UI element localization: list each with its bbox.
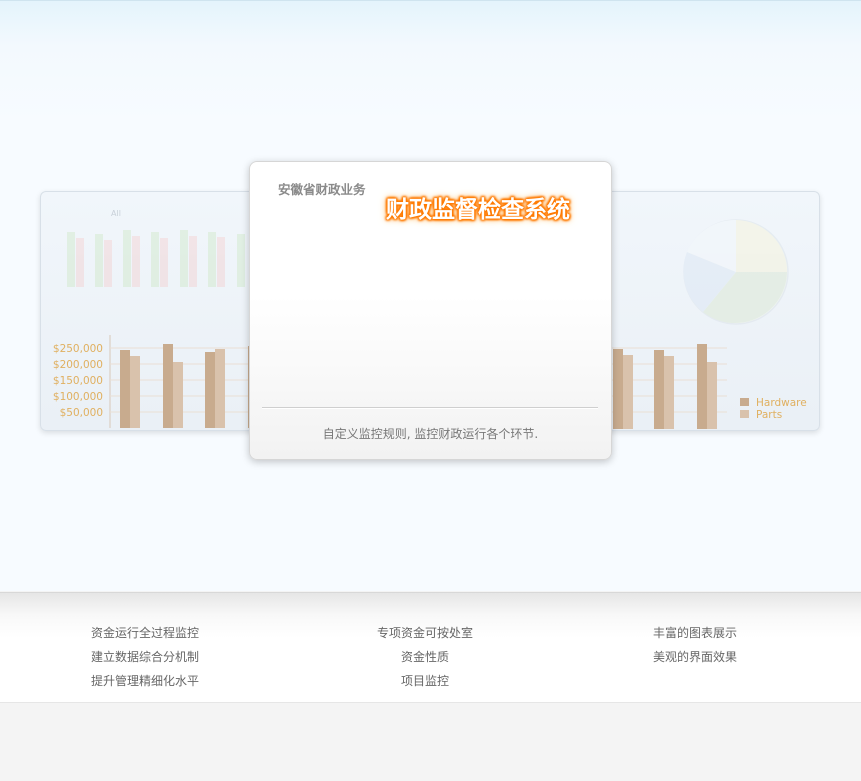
bar-group [613,344,717,429]
feature-item: 资金性质 [400,650,449,664]
carousel-area: All $250,000 $200,000 $150,000 $100,000 … [0,0,861,591]
legend: Hardware Parts [740,397,807,421]
feature-column-1: 资金运行全过程监控 建立数据综合分机制 提升管理精细化水平 [91,621,199,693]
chart-preview-right: Hardware Parts [591,219,807,429]
card-description: 自定义监控规则, 监控财政运行各个环节. [322,427,539,441]
y-tick: $250,000 [53,343,103,355]
footer-area [0,703,861,781]
featured-system-card[interactable]: 安徽省财政业务 财政监督检查系统 自定义监控规则, 监控财政运行各个环节. [249,161,612,460]
bar-chart-preview-left: All $250,000 $200,000 $150,000 $100,000 … [53,209,271,428]
feature-column-3: 丰富的图表展示 美观的界面效果 [653,621,737,669]
y-tick: $200,000 [53,359,103,371]
y-axis-ticks: $250,000 $200,000 $150,000 $100,000 $50,… [53,343,103,419]
bar-group [120,344,258,428]
features-band: 资金运行全过程监控 建立数据综合分机制 提升管理精细化水平 专项资金可按处室 资… [0,592,861,703]
preview-card-left[interactable]: All $250,000 $200,000 $150,000 $100,000 … [40,191,272,431]
feature-item: 美观的界面效果 [653,650,738,664]
legend-hardware: Hardware [756,397,807,409]
y-tick: $150,000 [53,375,103,387]
feature-item: 建立数据综合分机制 [91,650,200,664]
card-divider [262,407,598,409]
card-title: 财政监督检查系统 [386,197,570,223]
legend-parts: Parts [756,409,782,421]
feature-item: 丰富的图表展示 [653,626,738,640]
faded-bars [67,230,245,287]
preview-chart-title: All [111,209,121,218]
feature-column-2: 专项资金可按处室 资金性质 项目监控 [377,621,473,693]
feature-item: 提升管理精细化水平 [91,674,200,688]
feature-item: 项目监控 [400,674,449,688]
feature-item: 专项资金可按处室 [377,626,474,640]
feature-item: 资金运行全过程监控 [91,626,200,640]
preview-card-right[interactable]: Hardware Parts [590,191,820,431]
y-tick: $100,000 [53,391,103,403]
card-subtitle: 安徽省财政业务 [278,182,366,197]
y-tick: $50,000 [60,407,103,419]
pie-chart-preview [683,219,789,325]
